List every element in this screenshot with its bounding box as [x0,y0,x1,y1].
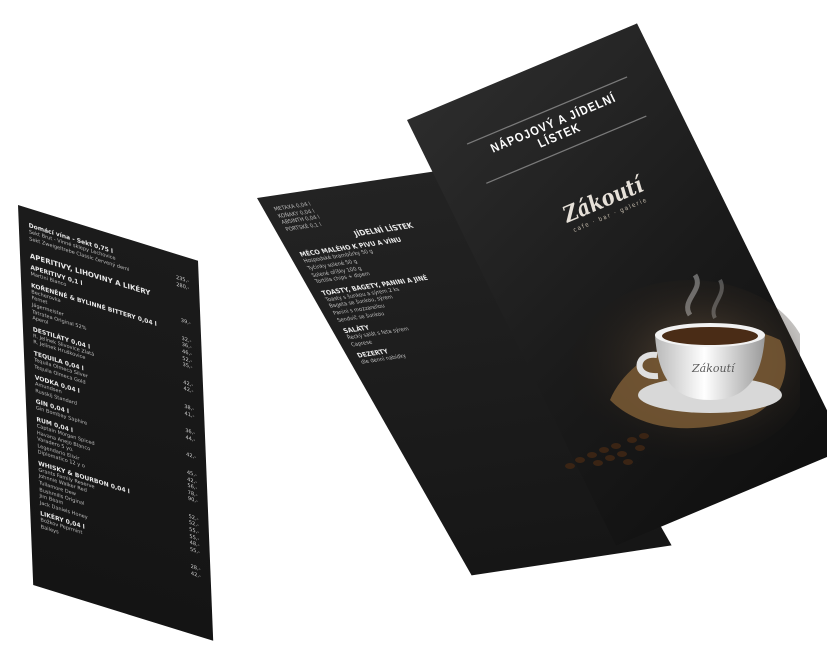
cover-title-line2: LÍSTEK [535,121,584,152]
wine-heading: Domácí vína - Sekt 0,75 l [28,222,114,256]
coffee-photo: Zákoutí [565,273,800,469]
menu-brochure-photo: Domácí vína - Sekt 0,75 l Sekt Brut - Vi… [0,0,827,658]
cover-title-line1: NÁPOJOVÝ A JÍDELNÍ [488,91,619,157]
left-panel: Domácí vína - Sekt 0,75 l Sekt Brut - Vi… [18,205,214,641]
menu-item-name: Caprese [349,339,374,349]
cup-logo: Zákoutí [691,362,736,375]
coffee-surface [662,327,758,345]
